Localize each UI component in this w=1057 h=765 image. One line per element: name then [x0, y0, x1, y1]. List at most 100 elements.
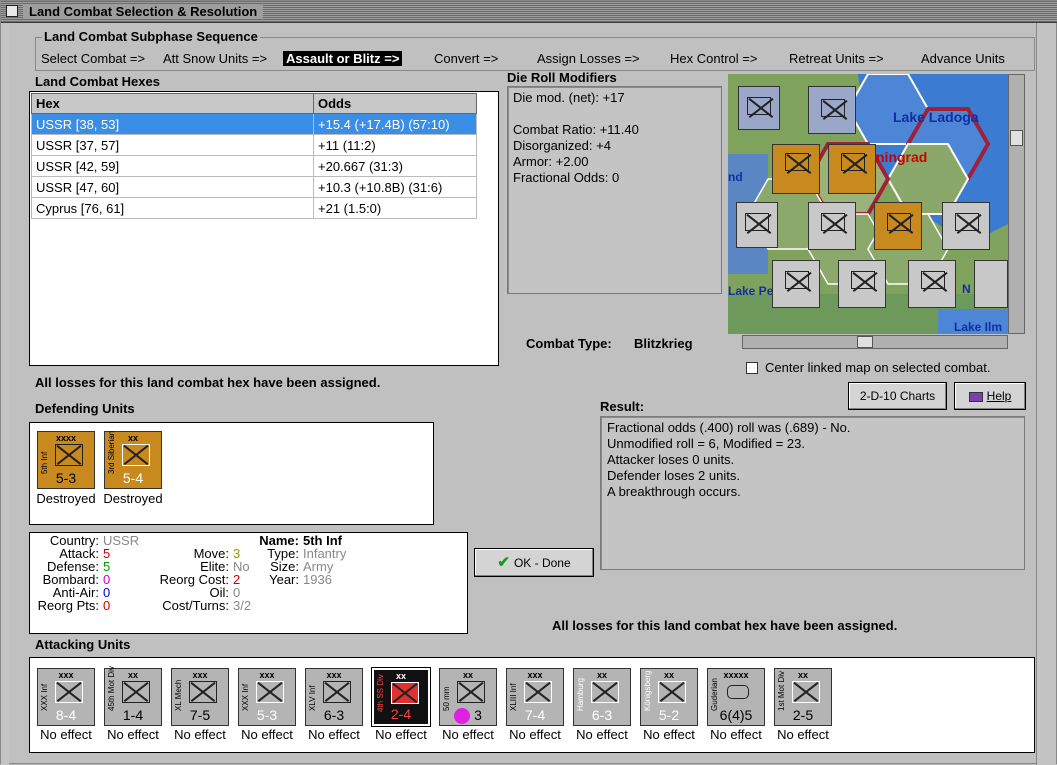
- infantry-symbol-icon: [55, 444, 83, 466]
- map-unit-counter[interactable]: [874, 202, 922, 250]
- table-row[interactable]: USSR [42, 59] +20.667 (31:3): [31, 155, 477, 177]
- ok-done-label: OK - Done: [513, 556, 571, 570]
- help-book-icon: [968, 391, 983, 402]
- map-unit-counter[interactable]: [908, 260, 956, 308]
- linked-map[interactable]: Lake Ladoga ningrad nd Lake Peip Lake Il…: [728, 74, 1008, 334]
- map-label-n: N: [962, 282, 971, 296]
- map-unit-counter[interactable]: [828, 144, 876, 194]
- attacking-unit-status: No effect: [710, 727, 762, 742]
- step-select-combat: Select Combat =>: [41, 51, 146, 66]
- attacking-unit-counter[interactable]: xxx XL Mech 7-5: [171, 668, 229, 726]
- table-row[interactable]: USSR [38, 53] +15.4 (+17.4B) (57:10): [31, 113, 477, 135]
- hex-cell: Cyprus [76, 61]: [31, 197, 314, 219]
- unit-size: xxx: [259, 670, 275, 680]
- table-row[interactable]: Cyprus [76, 61] +21 (1.5:0): [31, 197, 477, 219]
- attacking-unit-status: No effect: [777, 727, 829, 742]
- combat-window: Land Combat Selection & Resolution Land …: [0, 0, 1057, 765]
- unit-strength: 1-4: [122, 707, 144, 723]
- right-frame: [1036, 23, 1056, 765]
- step-hex-control: Hex Control =>: [670, 51, 758, 66]
- attacking-unit-counter[interactable]: xx Königsberg 5-2: [640, 668, 698, 726]
- map-hscroll-thumb[interactable]: [857, 336, 873, 348]
- attacking-unit-status: No effect: [107, 727, 159, 742]
- details-left-labels: Country: Attack: Defense: Bombard: Anti-…: [35, 534, 99, 612]
- unit-strength: 7-4: [524, 707, 546, 723]
- left-frame: [1, 23, 9, 765]
- attacking-unit-counter[interactable]: xx 45th Mot Div 1-4: [104, 666, 162, 726]
- drm-line: Fractional Odds: 0: [513, 170, 620, 185]
- hex-cell: USSR [37, 57]: [31, 134, 314, 156]
- odds-cell: +11 (11:2): [313, 134, 477, 156]
- step-att-snow-units: Att Snow Units =>: [163, 51, 268, 66]
- table-row[interactable]: USSR [37, 57] +11 (11:2): [31, 134, 477, 156]
- attacking-unit-status: No effect: [308, 727, 360, 742]
- attacking-unit-status: No effect: [40, 727, 92, 742]
- charts-button[interactable]: 2-D-10 Charts: [848, 382, 947, 410]
- center-map-checkbox[interactable]: [746, 362, 758, 374]
- result-line: Fractional odds (.400) roll was (.689) -…: [607, 420, 851, 435]
- odds-cell: +10.3 (+10.8B) (31:6): [313, 176, 477, 198]
- attacking-unit-counter[interactable]: xxx XLIII Inf 7-4: [506, 668, 564, 726]
- ok-done-button[interactable]: ✔ OK - Done: [474, 548, 594, 577]
- attacking-unit-counter[interactable]: xx 50 mm 3: [439, 668, 497, 726]
- map-air-unit-counter[interactable]: [736, 202, 778, 248]
- window-title: Land Combat Selection & Resolution: [23, 4, 264, 19]
- map-air-unit-counter[interactable]: [738, 86, 780, 130]
- unit-strength: 2-5: [792, 707, 814, 723]
- hex-cell: USSR [42, 59]: [31, 155, 314, 177]
- defending-unit-counter[interactable]: xxxx 5th Inf 5-3: [37, 431, 95, 489]
- map-unit-counter[interactable]: [772, 144, 820, 194]
- detail-value: 1936: [303, 572, 332, 587]
- step-retreat-units: Retreat Units =>: [789, 51, 884, 66]
- map-vertical-scrollbar[interactable]: [1008, 74, 1025, 334]
- attacking-unit-counter[interactable]: xx 1st Mot Div 2-5: [774, 668, 832, 726]
- details-mid-labels: Move: Elite: Reorg Cost: Oil: Cost/Turns…: [147, 547, 229, 612]
- result-line: Defender loses 2 units.: [607, 468, 740, 483]
- map-unit-counter[interactable]: [942, 202, 990, 250]
- map-horizontal-scrollbar[interactable]: [742, 335, 1008, 349]
- defending-unit-counter[interactable]: xx 3rd Siberian 5-4: [104, 431, 162, 489]
- map-vscroll-thumb[interactable]: [1010, 130, 1023, 146]
- column-header-hex[interactable]: Hex: [31, 93, 314, 114]
- attacking-unit-status: No effect: [576, 727, 628, 742]
- map-label-lake-ladoga: Lake Ladoga: [893, 109, 979, 125]
- attacking-unit-counter[interactable]: xxx XXX Inf 5-3: [238, 668, 296, 726]
- losses-message-top: All losses for this land combat hex have…: [35, 375, 381, 390]
- step-convert: Convert =>: [434, 51, 499, 66]
- drm-panel: Die mod. (net): +17 Combat Ratio: +11.40…: [507, 86, 722, 294]
- attacking-unit-status: No effect: [174, 727, 226, 742]
- unit-size: xxx: [527, 670, 543, 680]
- details-right-labels: Name: Type: Size: Year:: [255, 534, 299, 586]
- map-unit-counter[interactable]: [808, 202, 856, 250]
- column-header-odds[interactable]: Odds: [313, 93, 477, 114]
- result-line: Attacker loses 0 units.: [607, 452, 735, 467]
- unit-size: xxx: [58, 670, 74, 680]
- attacking-unit-counter[interactable]: xxx XXX Inf 8-4: [37, 668, 95, 726]
- unit-strength: 3: [474, 707, 482, 723]
- map-air-unit-counter[interactable]: [808, 86, 856, 134]
- defending-heading: Defending Units: [35, 401, 135, 416]
- attacking-unit-status: No effect: [375, 727, 427, 742]
- mech-symbol-icon: [189, 681, 217, 703]
- map-unit-counter[interactable]: [838, 260, 886, 308]
- drm-line: Armor: +2.00: [513, 154, 589, 169]
- map-unit-counter[interactable]: [974, 260, 1008, 308]
- artillery-symbol-icon: [457, 681, 485, 703]
- table-row[interactable]: USSR [47, 60] +10.3 (+10.8B) (31:6): [31, 176, 477, 198]
- attacking-unit-status: No effect: [241, 727, 293, 742]
- map-air-unit-counter[interactable]: [772, 260, 820, 308]
- detail-value: 0: [103, 598, 111, 613]
- title-bar[interactable]: Land Combat Selection & Resolution: [1, 1, 1057, 23]
- attacking-unit-counter[interactable]: xxx XLV Inf 6-3: [305, 668, 363, 726]
- drm-line: Die mod. (net): +17: [513, 90, 625, 105]
- subphase-heading: Land Combat Subphase Sequence: [42, 29, 260, 44]
- attacking-unit-counter-selected[interactable]: xx 4th SS Div 2-4: [371, 667, 431, 727]
- drm-line: Combat Ratio: +11.40: [513, 122, 639, 137]
- step-assault-or-blitz: Assault or Blitz =>: [283, 51, 403, 66]
- attacking-unit-counter[interactable]: xx Hamburg 6-3: [573, 668, 631, 726]
- attacking-unit-counter[interactable]: xxxxx Guderian 6(4)5: [707, 668, 765, 726]
- result-line: Unmodified roll = 6, Modified = 23.: [607, 436, 805, 451]
- unit-size: xxxx: [55, 433, 77, 443]
- help-button[interactable]: Help: [954, 382, 1026, 410]
- system-menu-icon[interactable]: [6, 5, 18, 17]
